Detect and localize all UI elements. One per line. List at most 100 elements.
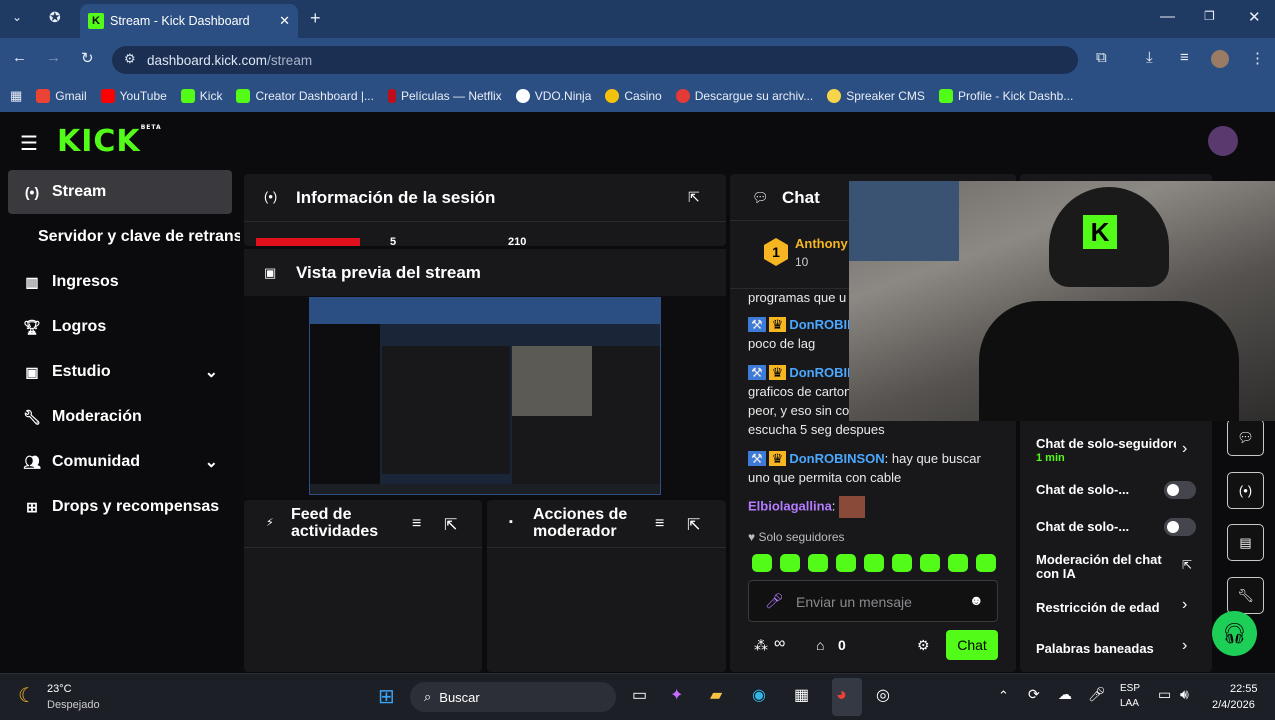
emote-icon[interactable]	[892, 554, 912, 572]
volume-icon[interactable]: 🔊︎	[1180, 686, 1189, 703]
store-icon[interactable]: ⌂	[816, 637, 824, 653]
popout-icon[interactable]: ⇱	[444, 515, 457, 535]
emote-icon[interactable]	[864, 554, 884, 572]
weather-temp[interactable]: 23°C	[47, 683, 72, 695]
profile-avatar[interactable]	[1211, 50, 1229, 68]
send-chat-button[interactable]: Chat	[946, 630, 998, 660]
emote-icon[interactable]	[976, 554, 996, 572]
toggle-switch[interactable]	[1164, 481, 1196, 499]
crown-badge-icon: ♛	[768, 365, 787, 380]
address-bar[interactable]: ⚙ dashboard.kick.com/stream	[112, 46, 1078, 74]
filter-icon[interactable]: ≡	[655, 515, 664, 533]
sidebar-item-studio[interactable]: ▣ Estudio ⌄	[8, 350, 232, 394]
tools-quick-button[interactable]: 🔧︎	[1227, 577, 1264, 614]
bookmark-item[interactable]: YouTube	[100, 89, 167, 103]
chat-quick-button[interactable]: 💬︎	[1227, 419, 1264, 456]
bookmark-item[interactable]: Casino	[605, 89, 662, 103]
emote-icon[interactable]	[780, 554, 800, 572]
chevron-up-icon[interactable]: ⌃	[998, 688, 1009, 704]
cloud-icon[interactable]: ☁	[1058, 686, 1072, 703]
clock-date[interactable]: 2/4/2026	[1212, 699, 1255, 711]
kick-logo[interactable]: KICKBETA	[57, 124, 162, 159]
store-icon[interactable]: ▦	[794, 685, 809, 705]
bookmark-item[interactable]: Descargue su archiv...	[675, 89, 813, 103]
forward-icon[interactable]: →	[46, 49, 61, 66]
weather-desc[interactable]: Despejado	[47, 699, 100, 711]
support-headset-button[interactable]: 🎧︎	[1212, 611, 1257, 656]
chrome-icon[interactable]: ◕	[836, 684, 847, 705]
bookmark-item[interactable]: Películas — Netflix	[387, 89, 502, 103]
emote-icon[interactable]	[920, 554, 940, 572]
chevron-right-icon[interactable]: ›	[1182, 596, 1187, 614]
webcam-overlay: K	[849, 181, 1275, 421]
chevron-right-icon[interactable]: ›	[1182, 440, 1187, 458]
sidebar-item-moderation[interactable]: 🔧︎ Moderación	[8, 395, 232, 439]
menu-icon[interactable]: ⋮	[1250, 49, 1265, 67]
back-icon[interactable]: ←	[12, 49, 27, 66]
age-restriction-setting[interactable]: Restricción de edad	[1036, 600, 1206, 615]
emote-icon[interactable]	[836, 554, 856, 572]
tab-search-icon[interactable]: ⌄	[12, 10, 22, 24]
inactive-tab-icon[interactable]: ✪	[49, 9, 61, 26]
site-info-icon[interactable]: ⚙	[124, 51, 136, 67]
reload-icon[interactable]: ↻	[81, 49, 94, 67]
obs-icon[interactable]: ◎	[876, 685, 890, 705]
media-icon[interactable]: ≡	[1180, 49, 1189, 66]
download-icon[interactable]: ⤓	[1146, 49, 1153, 66]
close-tab-icon[interactable]: ✕	[279, 13, 290, 29]
microphone-icon[interactable]: 🎤︎	[1088, 686, 1106, 703]
emoji-icon[interactable]: ☻	[969, 592, 984, 608]
sidebar-item-stream[interactable]: (•) Stream	[8, 170, 232, 214]
chevron-right-icon[interactable]: ›	[1182, 637, 1187, 655]
layout-quick-button[interactable]: ▤	[1227, 524, 1264, 561]
stream-preview-video[interactable]	[309, 297, 661, 495]
followers-only-setting[interactable]: Chat de solo-seguidores	[1036, 436, 1176, 451]
bookmark-item[interactable]: Gmail	[36, 89, 87, 103]
language-code[interactable]: ESP	[1120, 683, 1140, 694]
chat-settings-icon[interactable]: ⚙	[917, 637, 930, 654]
close-window-icon[interactable]: ✕	[1248, 8, 1261, 26]
bookmark-item[interactable]: Creator Dashboard |...	[236, 89, 374, 103]
microphone-icon[interactable]: 🎤︎	[765, 592, 784, 610]
network-icon[interactable]: ▭	[1158, 686, 1171, 703]
bookmark-item[interactable]: Kick	[180, 89, 222, 103]
bookmark-item[interactable]: VDO.Ninja	[515, 89, 591, 103]
bookmark-item[interactable]: Profile - Kick Dashb...	[938, 89, 1073, 103]
file-explorer-icon[interactable]: ▰	[710, 685, 722, 705]
minimize-icon[interactable]: —	[1160, 8, 1175, 25]
apps-icon[interactable]: ▦	[10, 88, 22, 104]
banned-words-setting[interactable]: Palabras baneadas	[1036, 641, 1206, 656]
filter-icon[interactable]: ≡	[412, 515, 421, 533]
keyboard-layout[interactable]: LAA	[1120, 698, 1139, 709]
emote-icon[interactable]	[752, 554, 772, 572]
user-avatar[interactable]	[1208, 126, 1238, 156]
sidebar-item-achievements[interactable]: 🏆︎ Logros	[8, 305, 232, 349]
clock-time[interactable]: 22:55	[1230, 683, 1258, 695]
hamburger-menu-icon[interactable]: ☰	[20, 131, 38, 156]
sidebar-item-stream-key[interactable]: Servidor y clave de retransm	[8, 215, 240, 259]
sidebar-item-earnings[interactable]: ▥ Ingresos	[8, 260, 232, 304]
chat-input[interactable]: 🎤︎ Enviar un mensaje ☻	[748, 580, 998, 622]
task-view-icon[interactable]: ▭	[632, 685, 647, 705]
popout-icon[interactable]: ⇱	[688, 189, 700, 206]
toggle-switch[interactable]	[1164, 518, 1196, 536]
taskbar-search[interactable]: ⌕ Buscar	[410, 682, 616, 712]
edge-icon[interactable]: ◉	[752, 685, 766, 705]
emote-icon[interactable]	[808, 554, 828, 572]
top-gifter-name[interactable]: Anthony	[795, 236, 848, 251]
new-tab-icon[interactable]: +	[310, 8, 321, 29]
active-tab[interactable]: K Stream - Kick Dashboard ✕	[80, 4, 298, 38]
sidebar-item-community[interactable]: 👥︎ Comunidad ⌄	[8, 440, 232, 484]
ai-moderation-setting[interactable]: Moderación del chat con IA	[1036, 553, 1176, 581]
bookmark-item[interactable]: Spreaker CMS	[827, 89, 925, 103]
restore-icon[interactable]: ❐	[1204, 9, 1215, 23]
external-link-icon[interactable]: ⇱	[1182, 558, 1192, 572]
popout-icon[interactable]: ⇱	[687, 515, 700, 535]
broadcast-quick-button[interactable]: (•)	[1227, 472, 1264, 509]
emote-icon[interactable]	[948, 554, 968, 572]
copilot-icon[interactable]: ✦	[670, 685, 683, 705]
sidebar-item-drops[interactable]: ⊞ Drops y recompensas	[8, 485, 232, 529]
windows-start-icon[interactable]: ⊞	[378, 684, 395, 709]
extensions-icon[interactable]: ⧉	[1096, 49, 1107, 66]
sync-icon[interactable]: ⟳	[1028, 686, 1040, 703]
